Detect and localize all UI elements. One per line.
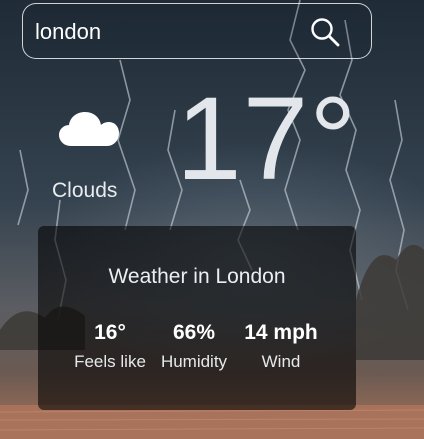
humidity-value: 66% — [172, 321, 216, 344]
card-title: Weather in London — [108, 265, 286, 288]
feels-like-label: Feels like — [74, 352, 146, 371]
humidity-label: Humidity — [160, 352, 228, 371]
search-button[interactable] — [305, 14, 345, 50]
cloud-icon — [59, 112, 119, 146]
search-icon — [311, 18, 340, 47]
feels-like-value: 16° — [94, 321, 126, 344]
wind-label: Wind — [261, 352, 301, 371]
current-temperature: 17° — [176, 73, 358, 205]
search-input[interactable] — [35, 16, 295, 48]
weather-details-card: Weather in London 16° Feels like 66% Hum… — [38, 226, 356, 410]
weather-condition: Clouds — [52, 179, 118, 202]
search-bar — [22, 3, 372, 59]
wind-value: 14 mph — [244, 321, 318, 344]
